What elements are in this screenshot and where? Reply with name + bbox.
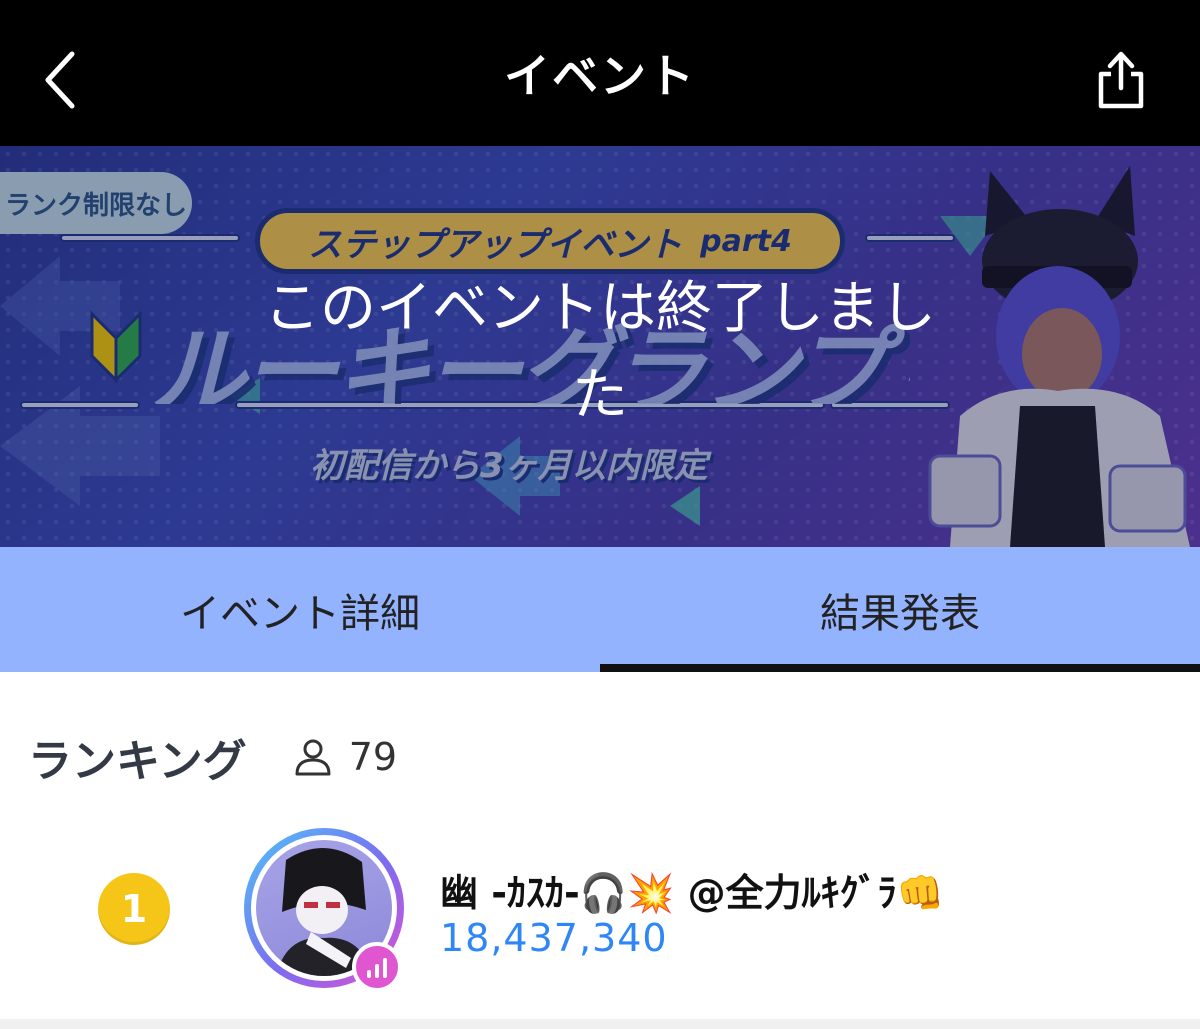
- app-root: イベント ランク制限なし ステップアップイベント part4 ルーキーグランプリ…: [0, 0, 1200, 1029]
- rank-medal-gold: 1: [98, 873, 170, 945]
- participant-count: 79: [348, 735, 398, 779]
- tab-event-details[interactable]: イベント詳細: [0, 547, 600, 672]
- tab-results[interactable]: 結果発表: [600, 547, 1200, 672]
- back-button[interactable]: [30, 40, 90, 120]
- live-status-badge: [352, 942, 402, 992]
- ranking-row[interactable]: 1 幽 -ｶｽｶ-🎧💥 @全力ﾙｷｸﾞﾗ👊 18,437,340: [0, 820, 1200, 1020]
- share-button[interactable]: [1086, 40, 1156, 120]
- chevron-left-icon: [45, 51, 75, 109]
- share-icon: [1098, 51, 1144, 109]
- top-bar: イベント: [0, 0, 1200, 146]
- event-tabs: イベント詳細 結果発表: [0, 547, 1200, 672]
- user-display-name: 幽 -ｶｽｶ-🎧💥 @全力ﾙｷｸﾞﾗ👊: [440, 871, 944, 915]
- event-banner: ランク制限なし ステップアップイベント part4 ルーキーグランプリ 初配信か…: [0, 146, 1200, 547]
- page-title: イベント: [504, 49, 696, 103]
- ranking-title: ランキング: [28, 736, 247, 787]
- event-ended-message: このイベントは終了しました: [264, 276, 936, 428]
- person-icon: [295, 739, 331, 776]
- section-divider: [0, 1019, 1200, 1029]
- ranking-header: ランキング 79: [28, 722, 528, 792]
- user-score: 18,437,340: [440, 916, 668, 960]
